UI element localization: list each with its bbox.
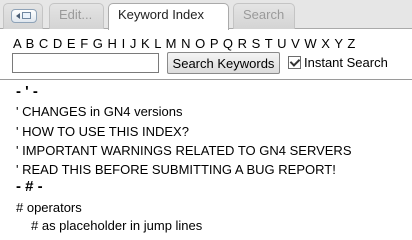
- letter-link[interactable]: Y: [334, 36, 342, 51]
- letter-link[interactable]: U: [277, 36, 286, 51]
- window-box-icon: [22, 12, 31, 19]
- letter-link[interactable]: L: [154, 36, 161, 51]
- letter-link[interactable]: P: [210, 36, 218, 51]
- instant-search-checkbox[interactable]: [288, 56, 301, 69]
- tab-bar: Edit... Keyword Index Search: [0, 0, 412, 30]
- instant-search-toggle[interactable]: Instant Search: [288, 55, 388, 71]
- letter-link[interactable]: C: [39, 36, 48, 51]
- group-header-apostrophe: - ' -: [16, 83, 38, 100]
- letter-link[interactable]: H: [108, 36, 117, 51]
- letter-link[interactable]: O: [195, 36, 205, 51]
- letter-link[interactable]: I: [122, 36, 126, 51]
- keyword-entry[interactable]: ' IMPORTANT WARNINGS RELATED TO GN4 SERV…: [16, 143, 352, 158]
- keyword-entry[interactable]: # operators: [16, 200, 82, 215]
- letter-link[interactable]: S: [252, 36, 261, 51]
- letter-link[interactable]: Z: [347, 36, 355, 51]
- instant-search-label: Instant Search: [304, 55, 388, 70]
- letter-link[interactable]: K: [141, 36, 150, 51]
- alphabet-jump-bar: A B C D E F G H I J K L M N O P Q R S T …: [13, 36, 355, 51]
- keyword-entry[interactable]: ' CHANGES in GN4 versions: [16, 104, 182, 119]
- letter-link[interactable]: M: [166, 36, 177, 51]
- letter-link[interactable]: G: [93, 36, 103, 51]
- letter-link[interactable]: J: [130, 36, 137, 51]
- letter-link[interactable]: R: [238, 36, 247, 51]
- letter-link[interactable]: Q: [223, 36, 233, 51]
- tab-edit[interactable]: Edit...: [49, 3, 104, 29]
- divider: [0, 79, 412, 80]
- letter-link[interactable]: V: [291, 36, 300, 51]
- keyword-entry[interactable]: ' READ THIS BEFORE SUBMITTING A BUG REPO…: [16, 162, 336, 177]
- group-header-hash: - # -: [16, 178, 43, 195]
- letter-link[interactable]: D: [53, 36, 62, 51]
- letter-link[interactable]: T: [265, 36, 273, 51]
- letter-link[interactable]: W: [304, 36, 316, 51]
- window-menu-icon[interactable]: [11, 9, 37, 23]
- keyword-search-input[interactable]: [12, 53, 159, 73]
- tab-menu[interactable]: [3, 3, 43, 29]
- search-keywords-button[interactable]: Search Keywords: [167, 52, 280, 74]
- letter-link[interactable]: A: [13, 36, 21, 51]
- letter-link[interactable]: B: [26, 36, 35, 51]
- letter-link[interactable]: F: [80, 36, 88, 51]
- keyword-entry[interactable]: ' HOW TO USE THIS INDEX?: [16, 124, 189, 139]
- keyword-subentry[interactable]: # as placeholder in jump lines: [31, 218, 202, 233]
- letter-link[interactable]: X: [321, 36, 330, 51]
- tab-keyword-index[interactable]: Keyword Index: [108, 3, 229, 30]
- letter-link[interactable]: N: [181, 36, 190, 51]
- arrow-left-icon: [16, 13, 20, 19]
- letter-link[interactable]: E: [67, 36, 76, 51]
- tab-search[interactable]: Search: [233, 3, 295, 29]
